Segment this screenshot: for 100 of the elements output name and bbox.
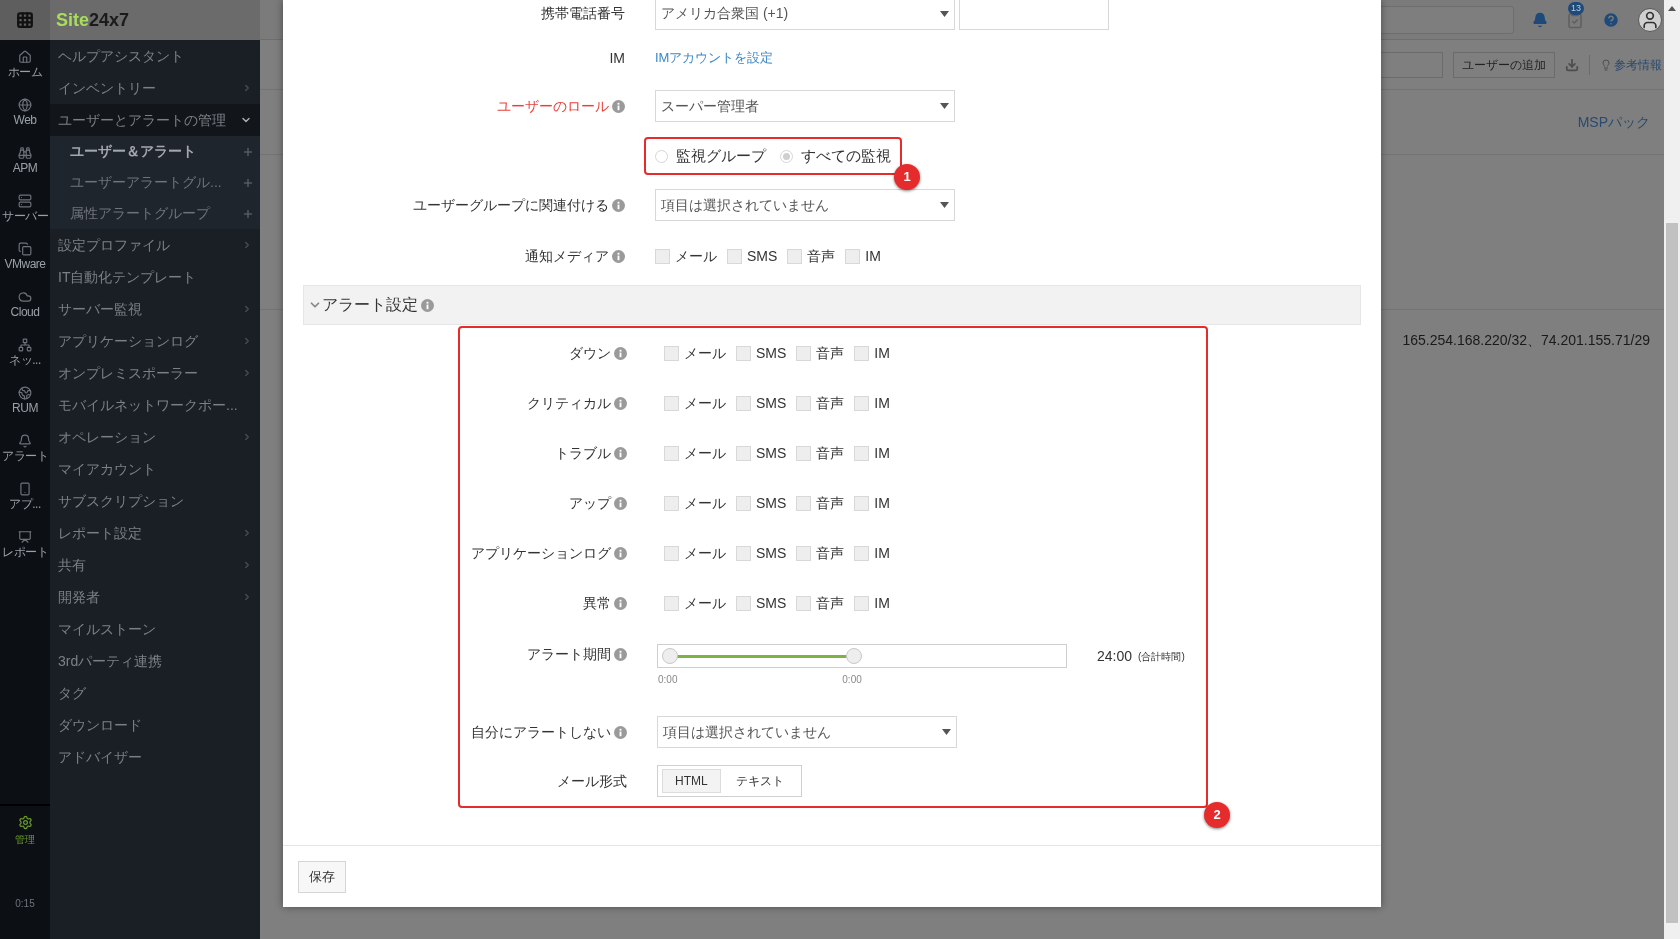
field-label: IM [609,48,625,68]
scroll-up-icon[interactable] [1668,6,1676,11]
sidebar-item[interactable]: ヘルプアシスタント [50,40,260,72]
checkbox[interactable] [664,595,679,611]
checkbox[interactable] [736,345,751,361]
sidebar-item[interactable]: 設定プロファイル [50,229,260,261]
checkbox[interactable] [664,445,679,461]
checkbox[interactable] [736,445,751,461]
sidebar-item[interactable]: サブスクリプション [50,485,260,517]
checkbox[interactable] [736,495,751,511]
sidebar-item[interactable]: マイアカウント [50,453,260,485]
add-user-button[interactable]: ユーザーの追加 [1453,51,1555,78]
plus-icon[interactable] [242,145,254,158]
rail-item[interactable]: RUM [0,376,50,424]
checkbox-label: メール [684,393,726,413]
sidebar-item[interactable]: 開発者 [50,581,260,613]
sidebar-item[interactable]: インベントリー [50,72,260,104]
caret-icon [940,202,949,208]
phone-field[interactable] [959,0,1109,30]
checkbox[interactable] [727,248,742,264]
slider-thumb[interactable] [662,648,678,664]
sidebar-item[interactable]: 共有 [50,549,260,581]
rail-item[interactable]: VMware [0,232,50,280]
slider-tick-label: 0:00 [658,673,678,687]
checkbox[interactable] [664,545,679,561]
plus-icon[interactable] [242,176,254,189]
checkbox[interactable] [796,395,812,411]
msp-link[interactable]: MSPパック [1577,111,1650,133]
sidebar-subitem[interactable]: ユーザー＆アラート [50,136,260,167]
sidebar-item[interactable]: ダウンロード [50,709,260,741]
rail-item[interactable]: アラート [0,424,50,472]
checkbox-label: メール [684,493,726,513]
sidebar-item[interactable]: サーバー監視 [50,293,260,325]
rail-item[interactable]: Web [0,88,50,136]
select-field[interactable]: アメリカ合衆国 (+1) [655,0,955,30]
rail-item[interactable]: ネッ... [0,328,50,376]
scrollbar[interactable] [1664,0,1680,939]
checkbox-label: SMS [756,343,787,363]
sidebar-item[interactable]: 3rdパーティ連携 [50,645,260,677]
checkbox[interactable] [854,345,870,361]
select-field[interactable]: 項目は選択されていません [655,189,955,221]
checkbox-label: メール [684,593,726,613]
rail-item[interactable]: ホーム [0,40,50,88]
sidebar-item[interactable]: ユーザーとアラートの管理 [50,104,260,136]
sidebar-item[interactable]: オペレーション [50,421,260,453]
checkbox[interactable] [796,545,812,561]
sidebar-item[interactable]: タグ [50,677,260,709]
im-account-link[interactable]: IMアカウントを設定 [655,48,774,68]
checkbox[interactable] [787,248,803,264]
avatar[interactable] [1638,7,1662,32]
section-header[interactable]: アラート設定 [303,285,1361,325]
checkbox[interactable] [736,595,751,611]
checkbox[interactable] [796,595,812,611]
sidebar-item[interactable]: アプリケーションログ [50,325,260,357]
checkbox[interactable] [854,545,870,561]
sidebar-item[interactable]: レポート設定 [50,517,260,549]
select-field[interactable]: スーパー管理者 [655,90,955,122]
help-icon[interactable] [1602,10,1620,29]
sidebar-item[interactable]: モバイルネットワークポー... [50,389,260,421]
bell-icon[interactable] [1532,11,1548,28]
checkbox[interactable] [736,395,751,411]
checkbox[interactable] [796,345,812,361]
chevron-right-icon [242,368,252,378]
checkbox[interactable] [796,495,812,511]
checkbox[interactable] [854,495,870,511]
rail-item[interactable]: サーバー [0,184,50,232]
plus-icon[interactable] [242,207,254,220]
rail-item[interactable]: Cloud [0,280,50,328]
rail-item[interactable]: レポート [0,520,50,568]
download-icon[interactable] [1565,57,1579,72]
slider-thumb[interactable] [846,648,863,664]
checkbox[interactable] [664,495,679,511]
checkbox[interactable] [655,248,670,264]
select-field[interactable]: 項目は選択されていません [657,716,957,748]
checkbox[interactable] [796,445,812,461]
format-toggle[interactable]: テキスト [722,769,797,793]
checkbox[interactable] [664,395,679,411]
checkbox[interactable] [854,595,870,611]
sidebar-subitem[interactable]: ユーザーアラートグル... [50,167,260,198]
radio-button[interactable] [655,149,668,163]
checkbox[interactable] [854,395,870,411]
apps-grid-icon[interactable] [16,11,34,29]
reference-link[interactable]: 参考情報 [1600,55,1662,74]
sidebar-item[interactable]: IT自動化テンプレート [50,261,260,293]
rail-item[interactable]: APM [0,136,50,184]
sidebar-item[interactable]: オンプレミスポーラー [50,357,260,389]
radio-button[interactable] [780,149,793,163]
checkbox[interactable] [845,248,861,264]
sidebar-subitem[interactable]: 属性アラートグループ [50,198,260,229]
save-button[interactable]: 保存 [298,860,346,893]
field-label: ダウン [569,343,611,363]
checkbox[interactable] [854,445,870,461]
rail-item[interactable]: アプ... [0,472,50,520]
logo: Site24x7 [56,8,130,32]
checkbox[interactable] [664,345,679,361]
checkbox-label: IM [874,343,890,363]
format-toggle[interactable]: HTML [662,769,721,793]
sidebar-item[interactable]: アドバイザー [50,741,260,773]
checkbox[interactable] [736,545,751,561]
sidebar-item[interactable]: マイルストーン [50,613,260,645]
